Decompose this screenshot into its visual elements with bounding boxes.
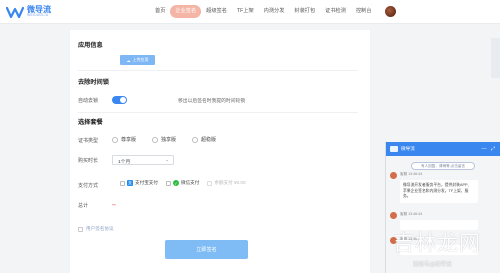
total-label: 总计 [78,203,89,209]
nav-enterprise-sign[interactable]: 企业签名 [170,5,202,18]
radio-icon [152,136,159,143]
pay-alipay[interactable]: 支支付宝支付 [120,180,158,186]
payment-options: 支支付宝支付 ✓ 微信支付 余额支付 ¥0.00 [120,180,246,186]
cert-option-premium[interactable]: 尊享版 [112,136,136,143]
brand-logo[interactable]: 微导流 WEIDAOLIU [6,3,78,21]
expand-icon[interactable]: ⤢ [490,146,496,152]
chat-title: 微导流 [401,146,415,151]
cert-option-stable[interactable]: 超稳版 [192,136,216,143]
logo-icon [6,6,24,19]
nav-super-sign[interactable]: 超级签名 [201,5,232,18]
checkbox-icon [165,180,171,186]
checkbox-icon [78,226,83,232]
agreement-checkbox[interactable]: 用户签名协议 [78,226,114,232]
auto-remove-toggle[interactable] [112,96,127,104]
remove-time-title: 去除时间锁 [78,79,109,86]
cloud-upload-icon: ☁ [126,57,131,63]
pay-wechat[interactable]: ✓ 微信支付 [165,180,199,186]
nav-home[interactable]: 首页 [150,5,170,18]
nav-console[interactable]: 控制台 [351,5,377,18]
right-side-rail [491,38,500,78]
minimize-icon[interactable]: — [481,146,487,152]
sign-form-card: 应用信息 ☁ 上传应用 去除时间锁 自动去锁 移出以后签名时我提的时间轮锁 选择… [70,30,370,273]
brand-sub: WEIDAOLIU [27,13,49,18]
app-info-title: 应用信息 [78,42,103,49]
nav-packaging[interactable]: 封装打包 [289,5,320,18]
upload-app-button[interactable]: ☁ 上传应用 [120,55,155,65]
main-nav: 首页 企业签名 超级签名 TF上架 内测分发 封装打包 证书检测 控制台 [150,5,377,18]
chat-bubble: 微导流开发者服务平台，提供封装APP、苹果企业签名和内测分发，TF上架，服务。 [400,180,478,203]
nav-beta-dist[interactable]: 内测分发 [259,5,290,18]
watermark-small: 搜狐号@微导流 [413,262,452,268]
alipay-icon: 支 [127,180,133,186]
chat-message: 客服 13:46:44 [390,172,422,179]
watermark: 吉林龙网 搜狐号@微导流 [385,227,500,273]
duration-select[interactable]: 1个月 ⌄ [112,155,174,165]
agent-avatar [390,212,397,219]
package-title: 选择套餐 [78,119,103,126]
sign-now-button[interactable]: 立即签名 [165,240,248,259]
checkbox-icon [120,180,125,186]
nav-cert-check[interactable]: 证书检测 [320,5,351,18]
user-avatar[interactable] [385,6,396,17]
divider [78,112,358,113]
cert-type-label: 证书类型 [78,138,99,144]
total-value: -- [112,202,116,208]
cert-option-exclusive[interactable]: 独享版 [152,136,176,143]
auto-remove-desc: 移出以后签名时我提的时间轮锁 [178,99,246,104]
payment-label: 支付方式 [78,183,99,189]
chat-header: 微导流 — ⤢ [386,142,500,156]
chat-message: 客服 13:46:44 [390,212,422,219]
watermark-big: 吉林龙网 [393,231,481,255]
duration-label: 购买时长 [78,158,99,164]
cert-type-radio-group: 尊享版 独享版 超稳版 [112,136,216,143]
pay-balance[interactable]: 余额支付 ¥0.00 [207,180,246,186]
checkbox-icon [207,180,213,186]
auto-remove-label: 自动去锁 [78,98,99,104]
chevron-down-icon: ⌄ [165,157,169,162]
video-icon [390,146,398,152]
chat-notice-chip[interactable]: 有人回复，请稍等,点击留言 [411,162,475,170]
radio-icon [112,136,118,143]
wechat-icon: ✓ [172,180,179,186]
top-nav-bar: 微导流 WEIDAOLIU 首页 企业签名 超级签名 TF上架 内测分发 封装打… [0,0,500,24]
radio-icon [192,136,199,143]
divider [78,70,358,71]
agent-avatar [390,172,397,179]
nav-tf[interactable]: TF上架 [232,5,259,18]
